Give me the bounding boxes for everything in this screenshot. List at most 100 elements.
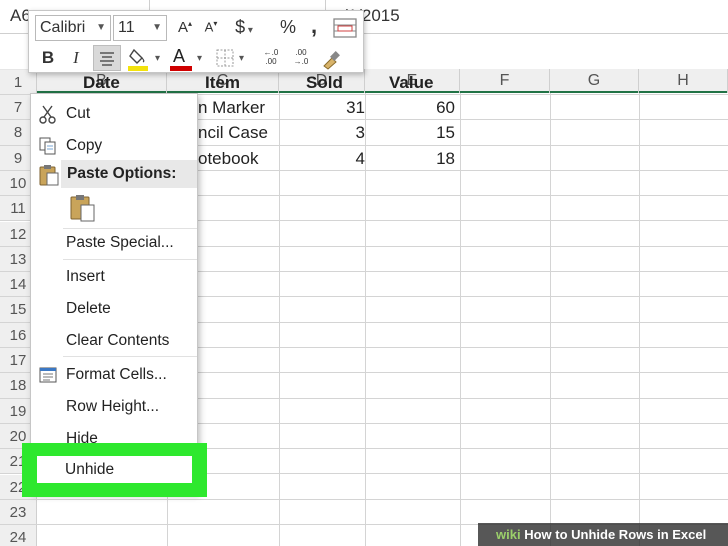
arrow-right-icon: →.0	[293, 57, 309, 66]
sold-value: 31	[346, 98, 365, 117]
font-color-button[interactable]: A ▾	[169, 46, 205, 72]
watermark-brand: wiki	[496, 527, 521, 542]
menu-item-format-cells[interactable]: Format Cells...	[31, 361, 199, 389]
fill-color-button[interactable]: ▾	[127, 46, 163, 72]
copy-icon	[39, 137, 56, 155]
menu-item-label: Copy	[66, 137, 103, 154]
borders-button[interactable]: ▾	[213, 46, 249, 72]
value-cell[interactable]: 18	[365, 146, 455, 171]
header-cell-date[interactable]: Date	[83, 70, 120, 95]
paste-options-label: Paste Options:	[67, 165, 177, 182]
item-cell[interactable]: n Marker	[198, 95, 265, 120]
row-23: 23	[0, 499, 728, 526]
header-cell-sold[interactable]: Sold	[306, 70, 343, 95]
mini-toolbar: Calibri ▼ 11 ▼ A▴ A▾ $ ▾ % , B I ▾ A ▾ ▾…	[28, 10, 364, 73]
font-name-dropdown[interactable]: Calibri ▼	[35, 15, 111, 41]
value-value: 60	[436, 98, 455, 117]
value-value: 15	[436, 123, 455, 143]
down-caret-icon: ▾	[213, 19, 218, 28]
sold-cell[interactable]: 4	[279, 146, 365, 171]
menu-item-label: Paste Special...	[66, 234, 174, 251]
value-cell[interactable]: 15	[365, 120, 455, 145]
menu-item-label: Unhide	[65, 461, 115, 478]
paste-options-header: Paste Options:	[61, 160, 197, 188]
menu-item-copy[interactable]: Copy	[31, 132, 199, 160]
context-menu: Cut Copy Paste Options: Paste Special...…	[30, 93, 198, 493]
increase-decimal-button[interactable]: ←.0 .00	[259, 48, 283, 72]
formula-input[interactable]: /1/2015	[325, 0, 728, 34]
menu-item-label: Insert	[66, 268, 105, 285]
menu-item-label: Format Cells...	[66, 366, 167, 383]
borders-icon	[216, 49, 234, 67]
decrease-decimal-top: .00	[295, 48, 307, 57]
percent-style-button[interactable]: %	[277, 17, 299, 41]
chevron-down-icon: ▾	[245, 25, 253, 36]
merge-icon	[333, 18, 357, 38]
chevron-down-icon: ▾	[197, 53, 203, 64]
chevron-down-icon: ▼	[96, 22, 106, 33]
bold-icon: B	[41, 48, 55, 67]
font-size-dropdown[interactable]: 11 ▼	[113, 15, 167, 41]
accounting-format-button[interactable]: $ ▾	[231, 17, 257, 41]
font-color-icon: A	[173, 46, 186, 66]
format-painter-button[interactable]	[319, 48, 343, 70]
menu-item-label: Delete	[66, 300, 111, 317]
menu-item-label: Clear Contents	[66, 332, 170, 349]
row-header[interactable]: 24	[0, 525, 37, 546]
sold-value: 4	[355, 148, 365, 168]
sold-value: 3	[355, 123, 365, 143]
menu-separator	[63, 259, 197, 260]
gridline	[550, 93, 551, 546]
merge-center-button[interactable]	[333, 18, 357, 38]
menu-item-cut[interactable]: Cut	[31, 100, 199, 128]
menu-item-clear-contents[interactable]: Clear Contents	[31, 327, 199, 355]
wikihow-watermark: wiki How to Unhide Rows in Excel	[478, 523, 728, 546]
item-cell[interactable]: otebook	[198, 146, 259, 171]
menu-item-unhide[interactable]: Unhide	[37, 456, 192, 483]
font-name-value: Calibri	[40, 19, 86, 36]
decrease-font-size-button[interactable]: A▾	[201, 19, 221, 41]
menu-separator	[63, 356, 197, 357]
sold-cell[interactable]: 3	[279, 120, 365, 145]
header-cell-item[interactable]: Item	[205, 70, 240, 95]
bold-button[interactable]: B	[37, 46, 59, 70]
value-cell[interactable]: 60	[365, 95, 455, 120]
italic-button[interactable]: I	[65, 46, 87, 70]
row-header[interactable]: 1	[0, 70, 37, 95]
align-center-icon	[100, 52, 114, 66]
paste-clipboard-icon	[70, 195, 95, 222]
menu-item-delete[interactable]: Delete	[31, 295, 199, 323]
font-size-value: 11	[118, 19, 135, 36]
row-header[interactable]: 23	[0, 499, 37, 525]
paste-button[interactable]	[69, 194, 99, 224]
chevron-down-icon: ▾	[239, 53, 245, 64]
up-caret-icon: ▴	[188, 19, 193, 28]
increase-font-size-button[interactable]: A▴	[175, 19, 195, 41]
menu-item-insert[interactable]: Insert	[31, 263, 199, 291]
watermark-title: How to Unhide Rows in Excel	[524, 527, 707, 542]
center-align-button[interactable]	[93, 45, 121, 71]
font-color-swatch	[170, 66, 192, 71]
comma-style-button[interactable]: ,	[306, 13, 322, 38]
scissors-icon	[39, 105, 56, 124]
increase-font-icon: A	[177, 19, 188, 36]
format-cells-icon	[39, 367, 57, 383]
arrow-left-icon: ←.0	[263, 48, 279, 57]
menu-item-label: Cut	[66, 105, 91, 122]
header-cell-value[interactable]: Value	[389, 70, 433, 95]
italic-icon: I	[73, 48, 79, 67]
item-cell[interactable]: ncil Case	[198, 120, 268, 145]
paint-bucket-icon	[128, 48, 148, 71]
chevron-down-icon: ▾	[155, 53, 161, 64]
percent-icon: %	[279, 17, 296, 37]
sold-cell[interactable]: 31	[279, 95, 365, 120]
decrease-decimal-button[interactable]: .00 →.0	[289, 48, 313, 72]
menu-item-paste-special[interactable]: Paste Special...	[31, 229, 199, 257]
increase-decimal-label: .00	[265, 57, 277, 66]
menu-item-label: Row Height...	[66, 398, 160, 415]
value-value: 18	[436, 148, 455, 168]
chevron-down-icon: ▼	[152, 22, 162, 33]
currency-icon: $	[235, 17, 246, 37]
menu-item-row-height[interactable]: Row Height...	[31, 393, 199, 421]
gridline	[639, 93, 640, 546]
